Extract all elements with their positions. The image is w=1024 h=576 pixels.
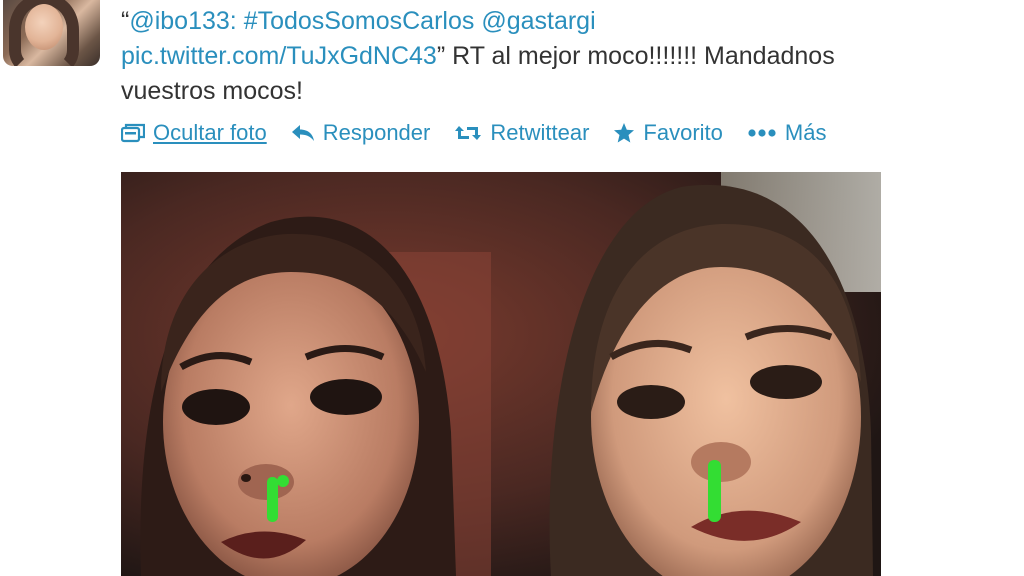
green-mark-left bbox=[267, 477, 278, 522]
tweet-text: “@ibo133: #TodosSomosCarlos @gastargi pi… bbox=[121, 4, 991, 109]
reply-arrow-icon bbox=[291, 124, 315, 142]
hashtag-link[interactable]: #TodosSomosCarlos bbox=[244, 7, 475, 35]
avatar-face bbox=[25, 4, 63, 50]
reply-button[interactable]: Responder bbox=[291, 120, 431, 146]
tweet-photo[interactable] bbox=[121, 172, 881, 576]
more-button[interactable]: Más bbox=[747, 120, 827, 146]
tweet-actions: Ocultar foto Responder Retwittear Favori… bbox=[121, 117, 850, 149]
ellipsis-icon bbox=[747, 128, 777, 138]
hide-photo-label: Ocultar foto bbox=[153, 120, 267, 145]
retweet-icon bbox=[454, 124, 482, 142]
photo-icon bbox=[121, 123, 145, 143]
tweet-body: ” RT al mejor moco!!!!!!! Mandadnos bbox=[436, 42, 835, 70]
mention-link-second[interactable]: @gastargi bbox=[481, 7, 595, 35]
favorite-button[interactable]: Favorito bbox=[613, 120, 723, 146]
user-avatar[interactable] bbox=[3, 0, 100, 66]
reply-label: Responder bbox=[322, 120, 431, 145]
green-mark-right bbox=[708, 460, 721, 522]
hide-photo-button[interactable]: Ocultar foto bbox=[121, 120, 267, 146]
mention-link[interactable]: @ibo133: bbox=[129, 7, 236, 35]
photo-link[interactable]: pic.twitter.com/TuJxGdNC43 bbox=[121, 42, 437, 70]
retweet-button[interactable]: Retwittear bbox=[454, 120, 589, 146]
star-icon bbox=[613, 122, 635, 144]
tweet-body-end: vuestros mocos! bbox=[121, 77, 304, 105]
retweet-label: Retwittear bbox=[490, 120, 590, 145]
more-label: Más bbox=[784, 120, 827, 145]
favorite-label: Favorito bbox=[643, 120, 723, 145]
